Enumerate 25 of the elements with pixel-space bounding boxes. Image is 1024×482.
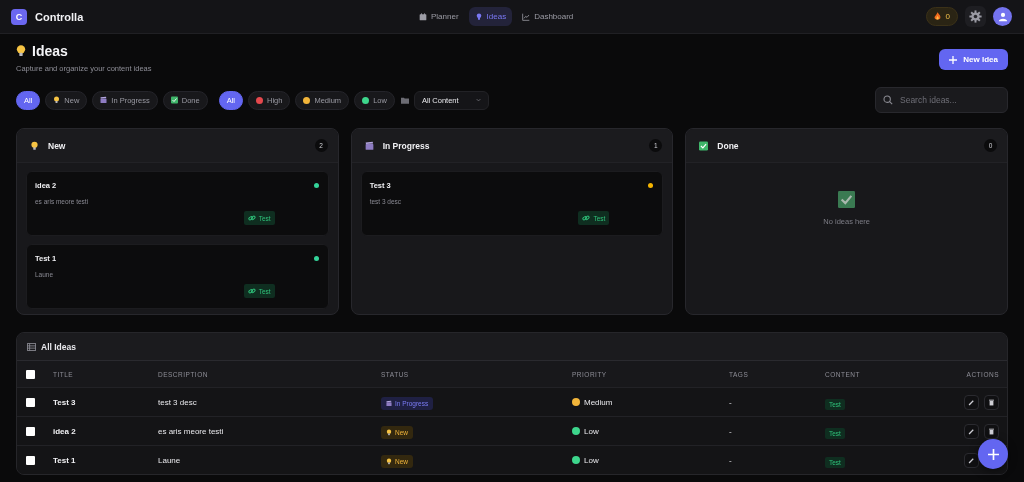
priority-label: Medium bbox=[584, 397, 613, 407]
priority-label: Low bbox=[584, 455, 599, 465]
app-name: Controlla bbox=[35, 10, 84, 23]
logo-badge[interactable]: C bbox=[11, 8, 27, 25]
nav-tab[interactable]: Ideas bbox=[468, 7, 513, 26]
column-title: In Progress bbox=[382, 140, 430, 151]
title-cell-text: Test 1 bbox=[53, 455, 77, 465]
streak-badge[interactable]: 0 bbox=[925, 7, 958, 26]
new-idea-button[interactable]: New Idea bbox=[939, 49, 1008, 70]
description-cell-text: es aris meore testi bbox=[158, 426, 225, 436]
nav-tab[interactable]: Dashboard bbox=[516, 7, 580, 26]
description-cell-text: test 3 desc bbox=[158, 397, 198, 407]
tags-cell-text: - bbox=[729, 397, 733, 407]
title-cell-text: Test 3 bbox=[53, 397, 77, 407]
table-title: All Ideas bbox=[41, 341, 76, 352]
search-field[interactable]: Search ideas... bbox=[875, 87, 1008, 113]
description-cell-text: Laune bbox=[158, 455, 182, 465]
column-title: Done bbox=[717, 140, 739, 151]
title-cell-text: idea 2 bbox=[53, 426, 77, 436]
tags-cell-text: - bbox=[729, 455, 733, 465]
page-title: Ideas bbox=[32, 43, 68, 59]
nav-tab[interactable]: Planner bbox=[413, 7, 465, 26]
priority-label: Low bbox=[584, 426, 599, 436]
column-title: New bbox=[48, 140, 66, 151]
tags-cell-text: - bbox=[729, 426, 733, 436]
